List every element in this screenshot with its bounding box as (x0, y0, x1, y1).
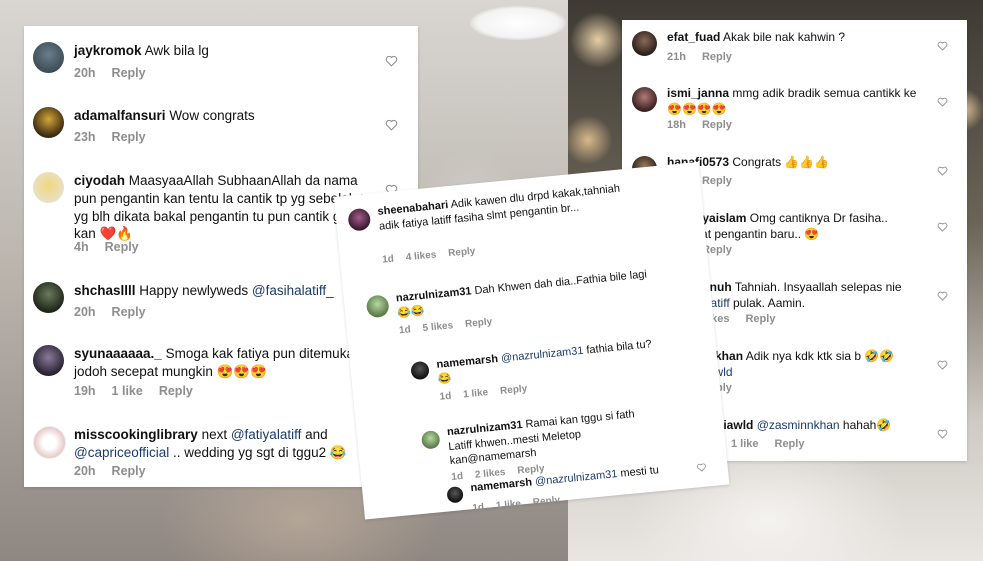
avatar[interactable] (33, 42, 64, 73)
avatar[interactable] (420, 430, 441, 450)
username[interactable]: adamalfansuri (74, 108, 166, 123)
reply-button[interactable]: Reply (702, 119, 732, 131)
comment-text: amaliawld @zasminnkhan hahah🤣 (696, 418, 892, 432)
comment-time: 1d (439, 390, 452, 403)
comment-time: 20h (74, 66, 96, 80)
reply-button[interactable]: Reply (775, 438, 805, 450)
comment-text: jaykromok Awk bila lg (74, 43, 209, 58)
comment-meta: 20h Reply (74, 305, 162, 319)
heart-icon[interactable] (937, 222, 948, 232)
comment-meta: 1d 4 likes Reply (382, 245, 488, 266)
username[interactable]: nazrulnizam31 (395, 285, 472, 304)
comment-text: misscookinglibrary next @fatiyalatiff an… (74, 427, 347, 460)
heart-icon[interactable] (385, 119, 398, 131)
reply-button[interactable]: Reply (112, 130, 146, 144)
like-count[interactable]: 1 like (112, 384, 143, 398)
comment-time: 21h (667, 51, 686, 63)
heart-icon[interactable] (937, 291, 948, 301)
comment-time: 20h (74, 464, 96, 478)
heart-icon[interactable] (937, 360, 948, 370)
avatar[interactable] (446, 486, 464, 504)
mention-link[interactable]: @fatiyalatiff (231, 427, 302, 442)
comment-text: namemarsh @nazrulnizam31 fathia bila tu?… (435, 338, 653, 386)
heart-icon[interactable] (937, 41, 948, 51)
username[interactable]: syunaaaaaa._ (74, 346, 162, 361)
username[interactable]: ciyodah (74, 173, 125, 188)
like-count[interactable]: 1 like (463, 387, 489, 400)
reply-button[interactable]: Reply (448, 246, 476, 260)
avatar[interactable] (410, 360, 430, 381)
heart-icon[interactable] (696, 463, 707, 473)
heart-icon[interactable] (937, 166, 948, 176)
comment-meta: 20h Reply (74, 464, 162, 478)
username[interactable]: shchasllll (74, 283, 136, 298)
avatar[interactable] (632, 31, 657, 56)
reply-button[interactable]: Reply (465, 316, 493, 330)
reply-button[interactable]: Reply (112, 464, 146, 478)
reply-button[interactable]: Reply (112, 66, 146, 80)
avatar[interactable] (33, 282, 64, 313)
comment-time: 1d (398, 324, 412, 337)
comment-meta: 21h Reply (667, 51, 748, 63)
username[interactable]: efat_fuad (667, 30, 720, 44)
heart-icon[interactable] (937, 429, 948, 439)
reply-button[interactable]: Reply (105, 240, 139, 254)
username[interactable]: ismi_janna (667, 86, 729, 100)
like-count[interactable]: 4 likes (405, 249, 437, 263)
comment-text: nazrulnizam31 Dah Khwen dah dia..Fathia … (395, 268, 648, 319)
comment-meta: 23h Reply (74, 130, 162, 144)
mention-link[interactable]: @nazrulnizam31 (501, 345, 584, 365)
username[interactable]: jaykromok (74, 43, 142, 58)
comment-time: 23h (74, 130, 96, 144)
comment-text: ciyodah MaasyaaAllah SubhaanAllah da nam… (74, 173, 372, 242)
mention-link[interactable]: @capriceofficial (74, 445, 169, 460)
comment-text: ismi_janna mmg adik bradik semua cantikk… (667, 86, 917, 116)
mention-link[interactable]: @zasminnkhan (757, 418, 840, 432)
username[interactable]: namemarsh (436, 353, 499, 371)
comment-meta: 18h Reply (667, 119, 748, 131)
avatar[interactable] (632, 87, 657, 112)
comment-meta: 19h 1 like Reply (74, 384, 209, 398)
avatar[interactable] (33, 107, 64, 138)
reply-button[interactable]: Reply (112, 305, 146, 319)
comment-meta: 4h Reply (74, 240, 155, 254)
reply-button[interactable]: Reply (702, 51, 732, 63)
avatar[interactable] (33, 426, 66, 459)
reply-button[interactable]: Reply (500, 383, 528, 397)
heart-icon[interactable] (385, 55, 398, 67)
comment-text: syunaaaaaa._ Smoga kak fatiya pun ditemu… (74, 346, 362, 379)
heart-icon[interactable] (937, 97, 948, 107)
comment-time: 19h (74, 384, 96, 398)
comment-text: mrsyayaislam Omg cantiknya Dr fasiha.. S… (667, 211, 888, 241)
comment-text: efat_fuad Akak bile nak kahwin ? (667, 30, 846, 44)
username[interactable]: misscookinglibrary (74, 427, 198, 442)
comments-card-middle: sheenabahari Adik kawen dlu drpd kakak,t… (334, 161, 730, 520)
avatar[interactable] (347, 207, 372, 232)
ceiling-lamp (470, 6, 566, 40)
comment-time: 1d (381, 253, 395, 266)
comment-time: 20h (74, 305, 96, 319)
comment-meta: 20h Reply (74, 66, 162, 80)
reply-button[interactable]: Reply (702, 175, 732, 187)
comment-time: 4h (74, 240, 89, 254)
avatar[interactable] (33, 172, 64, 203)
comment-text: nazrulnizam31 Ramai kan tggu si fath Lat… (446, 408, 636, 468)
like-count[interactable]: 5 likes (422, 320, 454, 334)
comment-text: hanafi0573 Congrats 👍👍👍 (667, 155, 932, 171)
comment-time: 1d (471, 502, 485, 515)
mention-link[interactable]: @fasihalatiff_ (252, 283, 334, 298)
reply-button[interactable]: Reply (745, 313, 775, 325)
like-count[interactable]: 1 like (731, 438, 759, 450)
reply-button[interactable]: Reply (159, 384, 193, 398)
avatar[interactable] (33, 345, 64, 376)
comment-time: 18h (667, 119, 686, 131)
avatar[interactable] (365, 294, 390, 319)
comment-text: adamalfansuri Wow congrats (74, 108, 255, 123)
comment-time: 1d (450, 470, 464, 484)
